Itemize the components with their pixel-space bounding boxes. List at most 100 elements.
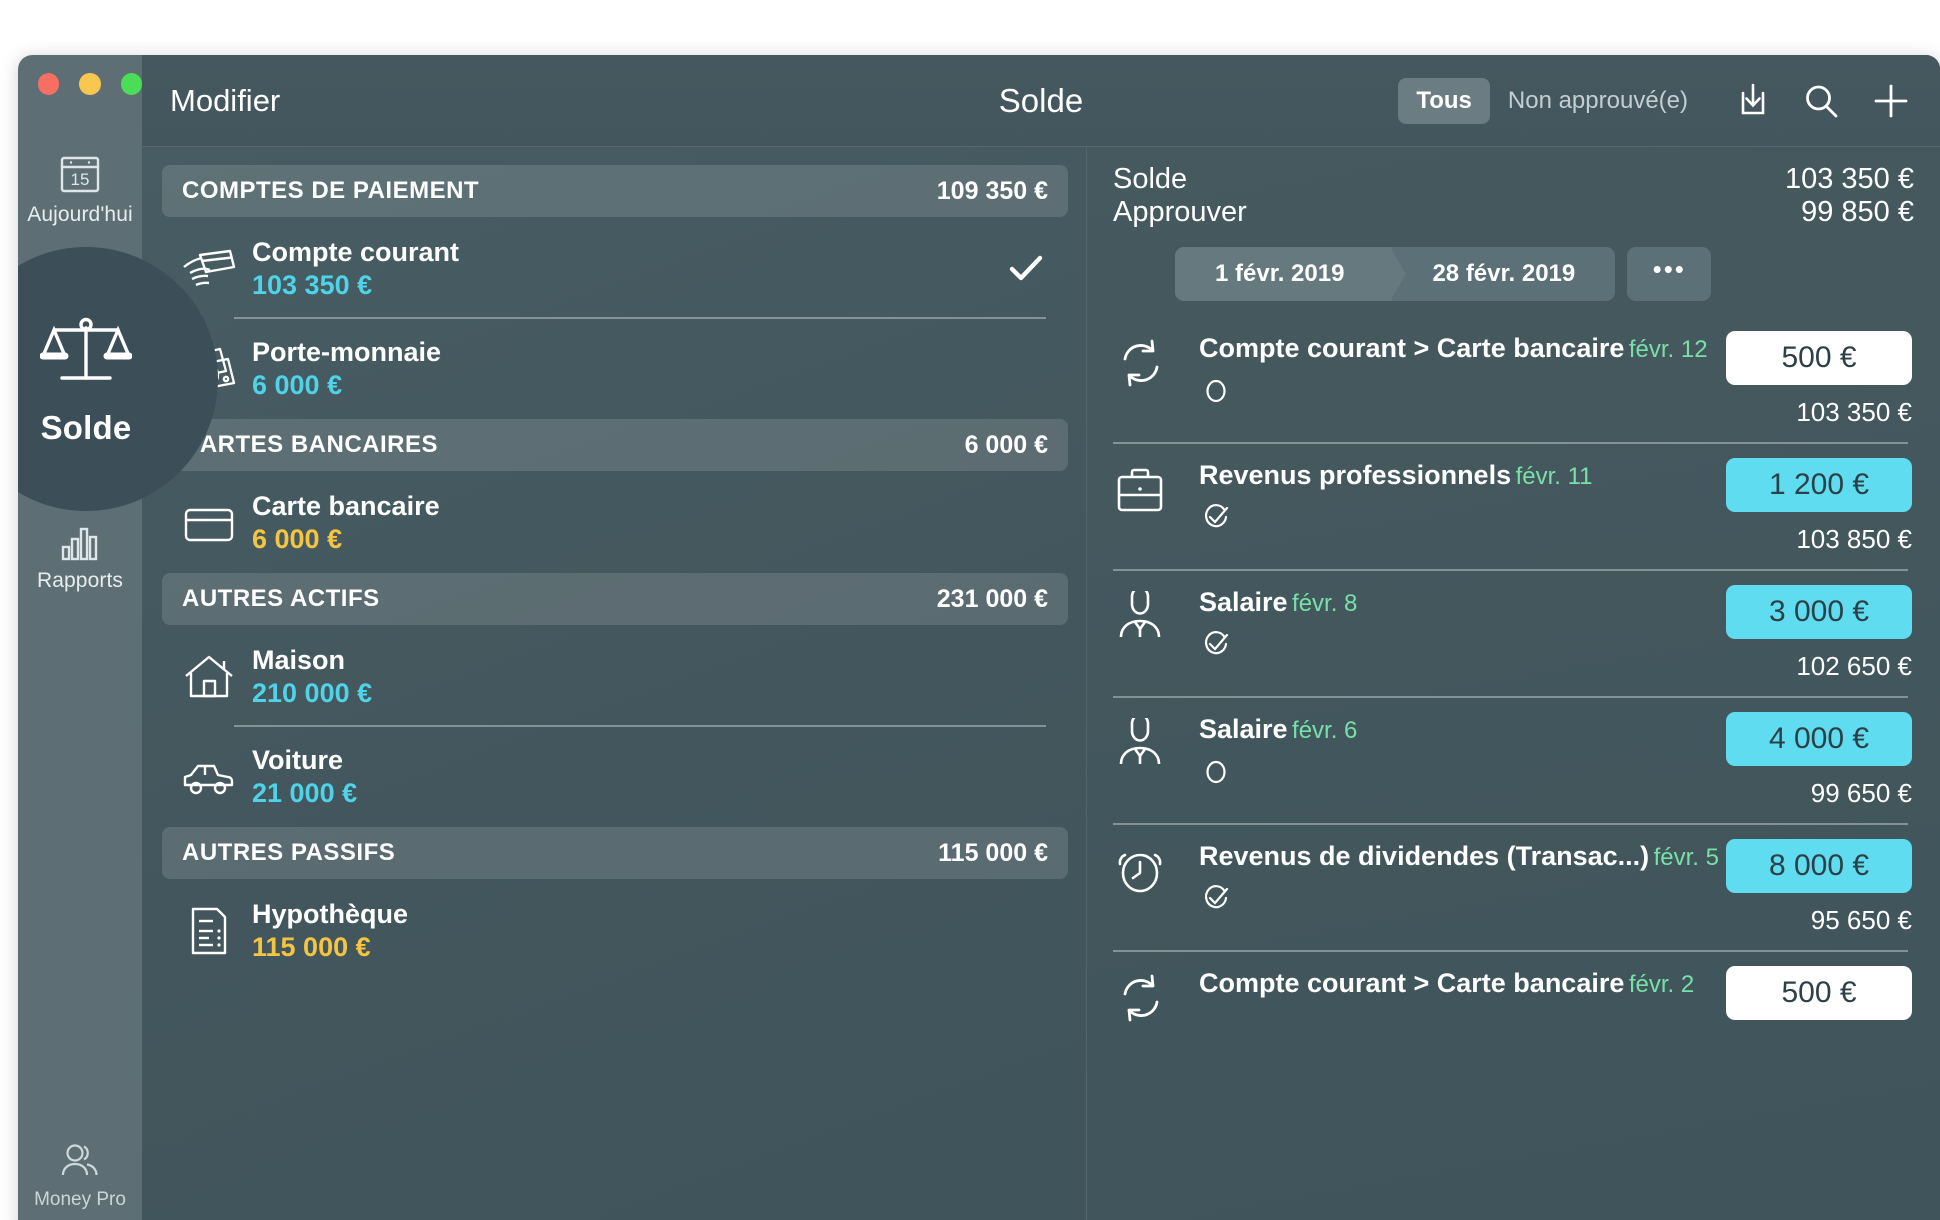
filter-all-button[interactable]: Tous <box>1398 77 1490 124</box>
transaction-title: Revenus professionnels <box>1199 460 1512 490</box>
summary-value: 99 850 € <box>1801 196 1914 228</box>
transaction-amount[interactable]: 500 € <box>1726 966 1912 1020</box>
account-group-title: COMPTES DE PAIEMENT <box>182 177 480 204</box>
account-group-header[interactable]: AUTRES ACTIFS 231 000 € <box>162 573 1068 625</box>
account-group-total: 231 000 € <box>936 584 1048 613</box>
person-icon <box>1113 712 1199 770</box>
transaction-running-balance: 103 850 € <box>1796 524 1912 554</box>
account-name: Voiture <box>252 745 344 775</box>
account-row[interactable]: Hypothèque 115 000 € <box>162 881 1068 981</box>
summary-value: 103 350 € <box>1784 163 1914 195</box>
transaction-row[interactable]: Revenus de dividendes (Transac...) févr.… <box>1113 823 1914 950</box>
date-from[interactable]: 1 févr. 2019 <box>1175 247 1407 301</box>
download-icon[interactable] <box>1732 80 1774 122</box>
status-pending-icon[interactable] <box>1199 374 1726 408</box>
account-amount: 115 000 € <box>252 932 371 962</box>
transaction-row[interactable]: Compte courant > Carte bancaire févr. 2 … <box>1113 950 1914 1038</box>
transaction-date: févr. 2 <box>1628 971 1695 998</box>
calendar-15-icon: 15 <box>57 151 103 197</box>
transaction-date: févr. 12 <box>1628 336 1708 363</box>
transaction-info: Salaire févr. 6 <box>1199 712 1726 789</box>
transaction-row[interactable]: Salaire févr. 6 4 000 € 99 650 € <box>1113 696 1914 823</box>
sidebar-item-today[interactable]: 15 Aujourd'hui <box>18 139 142 237</box>
account-row[interactable]: Compte courant 103 350 € <box>162 219 1068 319</box>
transaction-amount[interactable]: 8 000 € <box>1726 839 1912 893</box>
sidebar-item-reports[interactable]: Rapports <box>18 509 142 603</box>
transaction-running-balance: 95 650 € <box>1810 905 1912 935</box>
transaction-amount[interactable]: 500 € <box>1726 331 1912 385</box>
filter-unapproved-button[interactable]: Non approuvé(e) <box>1490 78 1706 124</box>
transaction-date: févr. 8 <box>1292 590 1358 617</box>
date-range-control: 1 févr. 2019 28 févr. 2019 ••• <box>1113 247 1914 301</box>
transaction-running-balance: 103 350 € <box>1796 397 1912 427</box>
account-group-header[interactable]: AUTRES PASSIFS 115 000 € <box>162 827 1068 879</box>
transaction-title: Salaire <box>1199 587 1288 617</box>
account-group-title: AUTRES PASSIFS <box>182 839 396 866</box>
account-name: Hypothèque <box>252 899 409 929</box>
transaction-row[interactable]: Salaire févr. 8 3 000 € 102 650 € <box>1113 569 1914 696</box>
transaction-amounts: 3 000 € 102 650 € <box>1726 585 1912 682</box>
sidebar-item-money-pro[interactable]: Money Pro <box>18 1126 142 1220</box>
status-pending-icon[interactable] <box>1199 755 1726 789</box>
account-info: Carte bancaire 6 000 € <box>252 491 440 555</box>
sidebar-item-balance-active-label: Solde <box>40 408 132 446</box>
transaction-amount[interactable]: 3 000 € <box>1726 585 1912 639</box>
people-icon <box>56 1140 104 1185</box>
sidebar-item-today-label: Aujourd'hui <box>27 203 133 226</box>
transaction-date: févr. 11 <box>1515 463 1593 490</box>
account-name: Maison <box>252 645 346 675</box>
status-approved-icon[interactable] <box>1199 501 1726 535</box>
close-button[interactable] <box>38 73 60 95</box>
window-controls <box>18 73 142 95</box>
document-icon <box>178 905 240 957</box>
account-amount: 6 000 € <box>252 370 343 400</box>
transaction-running-balance: 102 650 € <box>1796 651 1912 681</box>
status-approved-icon[interactable] <box>1199 882 1726 916</box>
account-group-header[interactable]: CARTES BANCAIRES 6 000 € <box>162 419 1068 471</box>
transaction-info: Compte courant > Carte bancaire févr. 12 <box>1199 331 1726 408</box>
summary-label: Solde <box>1113 163 1188 195</box>
house-icon <box>178 652 240 702</box>
account-row[interactable]: Voiture 21 000 € <box>162 727 1068 827</box>
account-info: Maison 210 000 € <box>252 645 372 709</box>
transaction-title: Compte courant > Carte bancaire <box>1199 968 1625 998</box>
transaction-row[interactable]: Revenus professionnels févr. 11 1 200 € … <box>1113 442 1914 569</box>
account-row[interactable]: Carte bancaire 6 000 € <box>162 473 1068 573</box>
transaction-info: Salaire févr. 8 <box>1199 585 1726 662</box>
search-icon[interactable] <box>1800 80 1842 122</box>
hand-card-icon <box>178 245 240 293</box>
sidebar-item-money-pro-label: Money Pro <box>34 1189 126 1210</box>
date-to[interactable]: 28 févr. 2019 <box>1392 247 1615 301</box>
transaction-info: Compte courant > Carte bancaire févr. 2 <box>1199 966 1726 999</box>
transaction-amounts: 500 € 103 350 € <box>1726 331 1912 428</box>
account-group-title: CARTES BANCAIRES <box>182 431 439 458</box>
sidebar-item-reports-label: Rapports <box>36 569 123 592</box>
register-panel: Solde 103 350 € Approuver 99 850 € 1 fév… <box>1086 147 1940 1220</box>
account-info: Porte-monnaie 6 000 € <box>252 337 441 401</box>
edit-button[interactable]: Modifier <box>170 83 280 119</box>
account-amount: 210 000 € <box>252 678 373 708</box>
status-approved-icon[interactable] <box>1199 628 1726 662</box>
account-info: Hypothèque 115 000 € <box>252 899 408 963</box>
account-amount: 6 000 € <box>252 524 343 554</box>
filter-segmented-control: Tous Non approuvé(e) <box>1398 77 1706 124</box>
toolbar: Modifier Solde Tous Non approuvé(e) <box>142 55 1940 147</box>
account-amount: 21 000 € <box>252 778 358 808</box>
date-more-button[interactable]: ••• <box>1627 247 1712 301</box>
transaction-amount[interactable]: 4 000 € <box>1726 712 1912 766</box>
date-range-pill[interactable]: 1 févr. 2019 28 févr. 2019 <box>1175 247 1616 301</box>
account-row[interactable]: Porte-monnaie 6 000 € <box>162 319 1068 419</box>
sidebar: 15 Aujourd'hui Solde Budget <box>18 55 218 1220</box>
account-group-header[interactable]: COMPTES DE PAIEMENT 109 350 € <box>162 165 1068 217</box>
account-row[interactable]: Maison 210 000 € <box>162 627 1068 727</box>
minimize-button[interactable] <box>79 73 101 95</box>
main-area: Modifier Solde Tous Non approuvé(e) COMP… <box>142 55 1940 1220</box>
transaction-date: févr. 6 <box>1292 717 1358 744</box>
credit-card-icon <box>178 501 240 545</box>
plus-icon[interactable] <box>1868 78 1914 124</box>
account-name: Compte courant <box>252 237 460 267</box>
transaction-amount[interactable]: 1 200 € <box>1726 458 1912 512</box>
transaction-row[interactable]: Compte courant > Carte bancaire févr. 12… <box>1113 315 1914 442</box>
zoom-button[interactable] <box>120 73 142 95</box>
car-icon <box>178 755 240 799</box>
